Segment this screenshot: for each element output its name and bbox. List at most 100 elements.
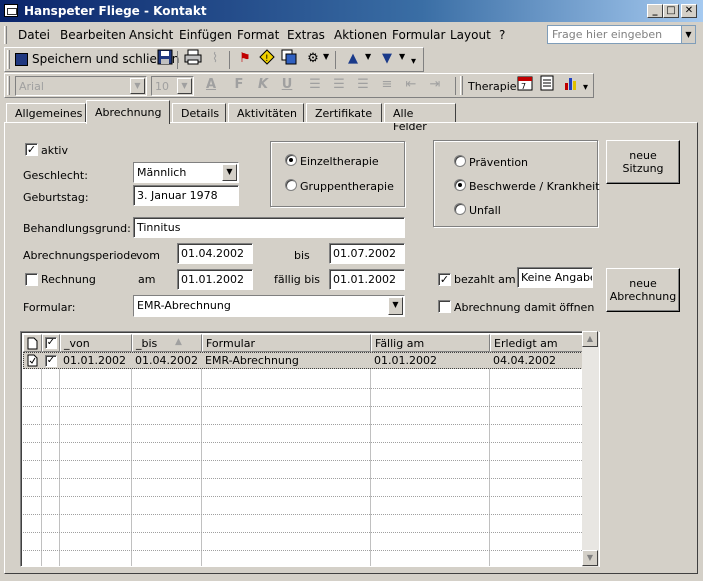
chevron-down-icon[interactable]: ▼ bbox=[399, 52, 405, 61]
menu-help[interactable]: ? bbox=[499, 28, 505, 42]
menu-bearbeiten[interactable]: Bearbeiten bbox=[60, 28, 126, 42]
tab-abrechnung[interactable]: Abrechnung bbox=[86, 100, 170, 124]
menu-ansicht[interactable]: Ansicht bbox=[129, 28, 173, 42]
close-button[interactable]: ✕ bbox=[681, 4, 697, 18]
menu-aktionen[interactable]: Aktionen bbox=[334, 28, 387, 42]
toolbar-grip[interactable] bbox=[460, 76, 463, 95]
menu-datei[interactable]: Datei bbox=[18, 28, 50, 42]
behandlungsgrund-field[interactable]: Tinnitus bbox=[133, 217, 405, 238]
neue-abrechnung-button[interactable]: neue Abrechnung bbox=[606, 268, 680, 312]
bezahlt-checkbox[interactable]: ✓ bbox=[438, 273, 451, 286]
geburtstag-field[interactable]: 3. Januar 1978 bbox=[133, 185, 239, 206]
toolbar-grip[interactable] bbox=[7, 50, 10, 69]
table-scrollbar[interactable]: ▲ ▼ bbox=[582, 331, 599, 567]
title-bar[interactable]: Hanspeter Fliege - Kontakt _ □ ✕ bbox=[0, 0, 703, 22]
column-header-icon[interactable] bbox=[23, 334, 42, 352]
align-center-icon[interactable]: ☰ bbox=[329, 75, 349, 95]
underline-button[interactable]: U bbox=[277, 75, 297, 95]
categories-icon[interactable] bbox=[279, 49, 299, 69]
unfall-label: Unfall bbox=[469, 204, 501, 217]
scroll-down-icon[interactable]: ▼ bbox=[582, 550, 598, 566]
column-header-formular[interactable]: Formular bbox=[202, 334, 371, 352]
abrechnungsperiode-label: Abrechnungsperiode bbox=[23, 249, 138, 262]
chevron-down-icon[interactable]: ▼ bbox=[130, 78, 145, 94]
important-icon[interactable]: ! bbox=[257, 49, 277, 69]
font-size-select[interactable]: 10 ▼ bbox=[151, 76, 194, 96]
tab-details[interactable]: Details bbox=[172, 103, 226, 123]
minimize-button[interactable]: _ bbox=[647, 4, 663, 18]
maximize-button[interactable]: □ bbox=[663, 4, 679, 18]
chevron-down-icon[interactable]: ▼ bbox=[222, 164, 237, 181]
tab-alle-felder[interactable]: Alle Felder bbox=[384, 103, 456, 133]
praevention-radio[interactable] bbox=[454, 155, 466, 167]
column-header-check[interactable]: ✓ bbox=[42, 334, 60, 352]
am-label: am bbox=[138, 273, 156, 286]
print-icon[interactable] bbox=[183, 49, 203, 69]
column-header-faellig[interactable]: Fällig am bbox=[371, 334, 490, 352]
chevron-down-icon[interactable]: ▼ bbox=[365, 52, 371, 61]
menu-formular[interactable]: Formular bbox=[392, 28, 445, 42]
chevron-down-icon[interactable]: ▼ bbox=[388, 297, 403, 315]
chevron-down-icon[interactable]: ▼ bbox=[177, 78, 192, 94]
menu-format[interactable]: Format bbox=[237, 28, 279, 42]
bis-field[interactable]: 01.07.2002 bbox=[329, 243, 405, 264]
increase-indent-icon[interactable]: ⇥ bbox=[425, 75, 445, 95]
rechnung-am-field[interactable]: 01.01.2002 bbox=[177, 269, 253, 290]
therapie-group bbox=[270, 141, 405, 207]
calendar-icon[interactable]: 7 bbox=[515, 75, 535, 95]
save-icon[interactable] bbox=[155, 49, 175, 69]
abrechnung-oeffnen-checkbox[interactable] bbox=[438, 300, 451, 313]
tab-zertifikate[interactable]: Zertifikate bbox=[306, 103, 382, 123]
toolbar-options-icon[interactable]: ▾ bbox=[411, 56, 416, 67]
bullets-icon[interactable]: ≡ bbox=[377, 75, 397, 95]
neue-sitzung-button[interactable]: neue Sitzung bbox=[606, 140, 680, 184]
toolbar-options-icon[interactable]: ▾ bbox=[583, 82, 588, 93]
bezahlt-am-field[interactable]: Keine Angabe bbox=[517, 267, 593, 288]
gruppentherapie-radio[interactable] bbox=[285, 179, 297, 191]
rechnung-checkbox[interactable] bbox=[25, 273, 38, 286]
menubar-grip[interactable] bbox=[4, 26, 7, 44]
menu-layout[interactable]: Layout bbox=[450, 28, 491, 42]
options-icon[interactable]: ⚙ bbox=[303, 49, 323, 69]
chevron-down-icon[interactable]: ▼ bbox=[681, 26, 695, 43]
column-header-bis[interactable]: _bis ▲ bbox=[132, 334, 202, 352]
vom-field[interactable]: 01.04.2002 bbox=[177, 243, 253, 264]
previous-item-icon[interactable]: ▲ bbox=[343, 49, 363, 69]
formular-label: Formular: bbox=[23, 301, 76, 314]
font-name-select[interactable]: Arial ▼ bbox=[15, 76, 147, 96]
unfall-radio[interactable] bbox=[454, 203, 466, 215]
flag-icon[interactable]: ⚑ bbox=[235, 49, 255, 69]
formular-select[interactable]: EMR-Abrechnung ▼ bbox=[133, 295, 405, 317]
document-icon[interactable] bbox=[537, 75, 557, 95]
column-header-von[interactable]: _von bbox=[60, 334, 132, 352]
contact-card-icon[interactable] bbox=[4, 4, 18, 17]
table-row[interactable]: ✓ 01.01.2002 01.04.2002 EMR-Abrechnung 0… bbox=[23, 352, 583, 369]
menu-einfuegen[interactable]: Einfügen bbox=[179, 28, 232, 42]
attach-icon[interactable]: ⌇ bbox=[205, 49, 225, 69]
menu-extras[interactable]: Extras bbox=[287, 28, 325, 42]
tab-aktivitaeten[interactable]: Aktivitäten bbox=[228, 103, 304, 123]
row-erledigt-checkbox[interactable]: ✓ bbox=[45, 355, 57, 367]
chevron-down-icon[interactable]: ▼ bbox=[323, 52, 329, 61]
toolbar-grip[interactable] bbox=[7, 76, 10, 95]
help-search-input[interactable]: Frage hier eingeben ▼ bbox=[547, 25, 696, 44]
help-search-placeholder: Frage hier eingeben bbox=[552, 28, 663, 41]
font-color-icon[interactable]: A bbox=[201, 75, 221, 95]
faellig-bis-field[interactable]: 01.01.2002 bbox=[329, 269, 405, 290]
geschlecht-select[interactable]: Männlich ▼ bbox=[133, 162, 239, 183]
italic-button[interactable]: K bbox=[253, 75, 273, 95]
column-header-erledigt[interactable]: Erledigt am bbox=[490, 334, 583, 352]
tab-allgemeines[interactable]: Allgemeines bbox=[6, 103, 86, 123]
next-item-icon[interactable]: ▼ bbox=[377, 49, 397, 69]
align-left-icon[interactable]: ☰ bbox=[305, 75, 325, 95]
abrechnung-table[interactable]: ✓ _von _bis ▲ Formular Fällig am Erledig… bbox=[20, 331, 600, 567]
einzeltherapie-label: Einzeltherapie bbox=[300, 155, 379, 168]
decrease-indent-icon[interactable]: ⇤ bbox=[401, 75, 421, 95]
aktiv-checkbox[interactable]: ✓ bbox=[25, 143, 38, 156]
einzeltherapie-radio[interactable] bbox=[285, 154, 297, 166]
beschwerde-radio[interactable] bbox=[454, 179, 466, 191]
chart-icon[interactable] bbox=[561, 75, 581, 95]
scroll-up-icon[interactable]: ▲ bbox=[582, 331, 598, 347]
align-right-icon[interactable]: ☰ bbox=[353, 75, 373, 95]
bold-button[interactable]: F bbox=[229, 75, 249, 95]
